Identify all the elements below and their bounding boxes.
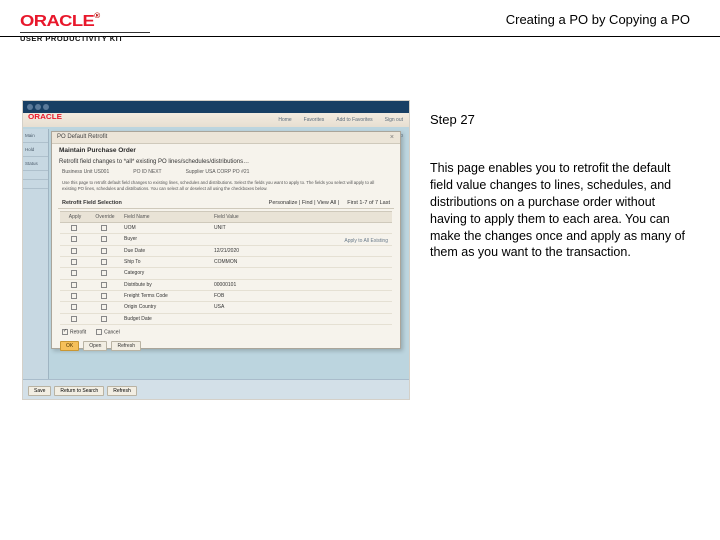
apply-checkbox[interactable] xyxy=(71,248,77,254)
step-label: Step 27 xyxy=(430,112,475,127)
field-name: Due Date xyxy=(120,248,210,254)
field-name: Distribute by xyxy=(120,282,210,288)
modal-paragraph: Use this page to retrofit default field … xyxy=(52,177,400,195)
ok-button[interactable]: OK xyxy=(60,341,79,351)
apply-checkbox[interactable] xyxy=(71,236,77,242)
override-checkbox[interactable] xyxy=(101,316,107,322)
retrofit-checkbox[interactable] xyxy=(62,329,68,335)
field-name: Category xyxy=(120,270,210,276)
save-button[interactable]: Save xyxy=(28,386,51,396)
modal-subtitle: Maintain Purchase Order xyxy=(52,144,400,157)
field-value: USA xyxy=(210,304,300,310)
table-header: Apply Override Field Name Field Value xyxy=(60,211,392,223)
footer-buttons: Save Return to Search Refresh xyxy=(28,386,137,396)
apply-checkbox[interactable] xyxy=(71,225,77,231)
cancel-checkbox[interactable] xyxy=(96,329,102,335)
radio-row: Retrofit Cancel xyxy=(52,325,400,339)
field-value xyxy=(210,316,300,322)
override-checkbox[interactable] xyxy=(101,304,107,310)
apply-checkbox[interactable] xyxy=(71,282,77,288)
table-row: Distribute by00000101 xyxy=(60,280,392,291)
brand-word-small: ORACLE xyxy=(28,114,62,121)
field-name: Origin Country xyxy=(120,304,210,310)
field-value: UNIT xyxy=(210,225,300,231)
table-row: Budget Date xyxy=(60,314,392,325)
override-checkbox[interactable] xyxy=(101,270,107,276)
upk-label: USER PRODUCTIVITY KIT xyxy=(20,34,150,43)
override-checkbox[interactable] xyxy=(101,248,107,254)
apply-checkbox[interactable] xyxy=(71,316,77,322)
meta-row: Business Unit US001 PO ID NEXT Supplier … xyxy=(52,167,400,177)
page-title: Creating a PO by Copying a PO xyxy=(506,12,690,27)
field-name: UOM xyxy=(120,225,210,231)
apply-all-button[interactable]: Apply to All Existing xyxy=(344,238,388,244)
modal-title: PO Default Retrofit xyxy=(52,132,400,144)
table-row: UOMUNIT xyxy=(60,223,392,234)
window-chrome xyxy=(23,101,409,113)
table-row: Buyer xyxy=(60,234,392,245)
app-header-links: Home Favorites Add to Favorites Sign out xyxy=(23,113,409,127)
field-value: COMMON xyxy=(210,259,300,265)
table-row: Category xyxy=(60,268,392,279)
field-name: Freight Terms Code xyxy=(120,293,210,299)
step-description: This page enables you to retrofit the de… xyxy=(430,160,690,261)
override-checkbox[interactable] xyxy=(101,225,107,231)
refresh-footer-button[interactable]: Refresh xyxy=(107,386,137,396)
field-value xyxy=(210,270,300,276)
field-name: Budget Date xyxy=(120,316,210,322)
retrofit-modal: PO Default Retrofit × Maintain Purchase … xyxy=(51,131,401,349)
override-checkbox[interactable] xyxy=(101,259,107,265)
override-checkbox[interactable] xyxy=(101,236,107,242)
table-row: Ship ToCOMMON xyxy=(60,257,392,268)
apply-checkbox[interactable] xyxy=(71,304,77,310)
apply-checkbox[interactable] xyxy=(71,270,77,276)
brand-word: ORACLE® xyxy=(20,13,170,31)
field-name: Ship To xyxy=(120,259,210,265)
table-row: Due Date12/21/2020 xyxy=(60,246,392,257)
oracle-logo: ORACLE® USER PRODUCTIVITY KIT xyxy=(20,13,150,43)
return-button[interactable]: Return to Search xyxy=(54,386,104,396)
close-icon[interactable]: × xyxy=(390,134,394,141)
table-row: Freight Terms CodeFOB xyxy=(60,291,392,302)
field-value xyxy=(210,236,300,242)
apply-checkbox[interactable] xyxy=(71,259,77,265)
field-name: Buyer xyxy=(120,236,210,242)
modal-buttons: OK Open Refresh xyxy=(52,339,400,353)
override-checkbox[interactable] xyxy=(101,282,107,288)
field-value: 12/21/2020 xyxy=(210,248,300,254)
refresh-button[interactable]: Refresh xyxy=(111,341,141,351)
override-checkbox[interactable] xyxy=(101,293,107,299)
app-screenshot: Home Favorites Add to Favorites Sign out… xyxy=(22,100,410,400)
left-rail: Main Hold Status xyxy=(23,129,49,379)
field-value: FOB xyxy=(210,293,300,299)
apply-checkbox[interactable] xyxy=(71,293,77,299)
field-value: 00000101 xyxy=(210,282,300,288)
section-heading: Retrofit Field Selection First 1-7 of 7 … xyxy=(58,198,394,209)
table-row: Origin CountryUSA xyxy=(60,302,392,313)
open-button[interactable]: Open xyxy=(83,341,107,351)
retrofit-line: Retrofit field changes to *all* existing… xyxy=(52,157,400,167)
